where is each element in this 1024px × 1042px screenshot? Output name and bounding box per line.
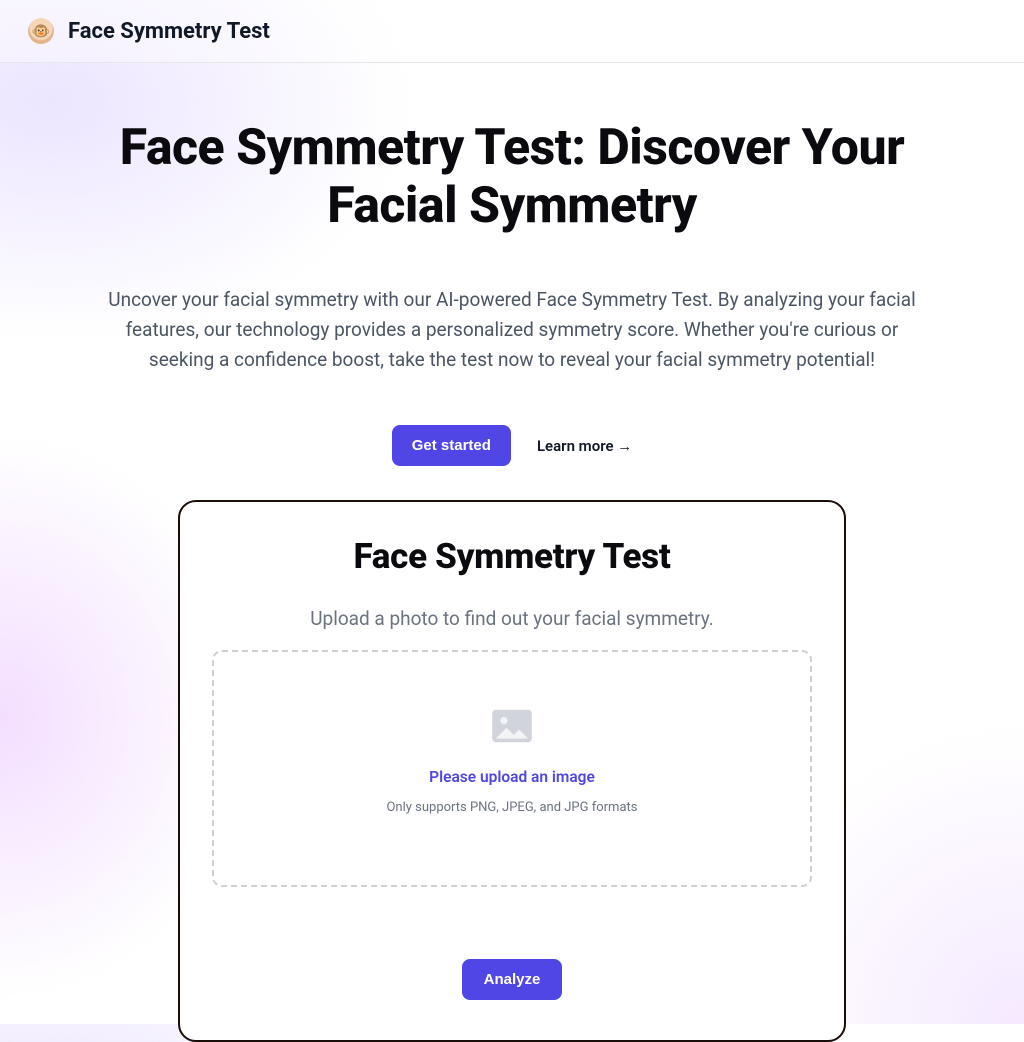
hero-section: Face Symmetry Test: Discover Your Facial…: [0, 63, 1024, 466]
brand-title: Face Symmetry Test: [68, 19, 270, 44]
card-title: Face Symmetry Test: [212, 536, 812, 577]
upload-prompt: Please upload an image: [234, 768, 790, 786]
get-started-button[interactable]: Get started: [392, 425, 511, 466]
image-dropzone[interactable]: Please upload an image Only supports PNG…: [212, 650, 812, 887]
hero-subtitle: Uncover your facial symmetry with our AI…: [92, 285, 932, 375]
app-header: 🐵 Face Symmetry Test: [0, 0, 1024, 63]
analyze-section: Analyze: [212, 959, 812, 1000]
hero-actions: Get started Learn more →: [40, 425, 984, 466]
analyze-button[interactable]: Analyze: [462, 959, 563, 1000]
upload-hint: Only supports PNG, JPEG, and JPG formats: [234, 800, 790, 815]
learn-more-link[interactable]: Learn more →: [537, 437, 632, 455]
face-logo-icon: 🐵: [28, 18, 54, 44]
image-placeholder-icon: [490, 708, 534, 744]
hero-title: Face Symmetry Test: Discover Your Facial…: [62, 119, 962, 235]
card-subtitle: Upload a photo to find out your facial s…: [212, 607, 812, 630]
upload-card: Face Symmetry Test Upload a photo to fin…: [178, 500, 846, 1042]
